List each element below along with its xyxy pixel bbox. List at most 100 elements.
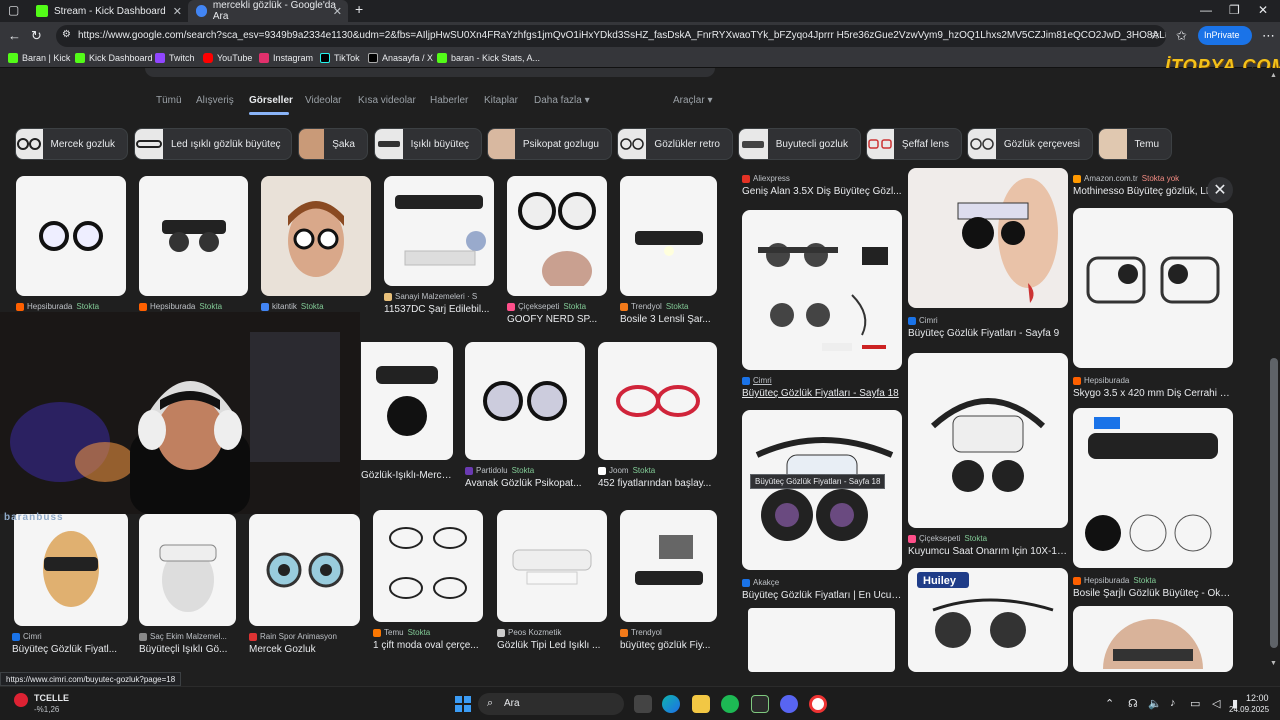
- speaker-icon[interactable]: ◁: [1212, 697, 1220, 710]
- new-tab-button[interactable]: +: [355, 1, 363, 17]
- inprivate-badge[interactable]: InPrivate: [1198, 26, 1252, 45]
- result-image[interactable]: [465, 342, 585, 460]
- image-result[interactable]: Joom Stokta 452 fiyatlarından başlay...: [598, 342, 717, 489]
- image-result[interactable]: Peos Kozmetik Gözlük Tipi Led Işıklı ...: [497, 510, 607, 651]
- chip-buyutecli-gozluk[interactable]: Buyutecli gozluk: [738, 128, 861, 160]
- result-title[interactable]: Büyüteç Gözlük Fiyatl...: [12, 644, 130, 655]
- favorite-star-icon[interactable]: ☆: [1149, 28, 1160, 42]
- result-image[interactable]: [373, 510, 483, 622]
- image-result[interactable]: kitantik Stokta: [261, 176, 371, 311]
- result-image[interactable]: [384, 176, 494, 286]
- result-image[interactable]: [14, 512, 128, 626]
- chip-isikli-buyutec[interactable]: Işıklı büyüteç: [374, 128, 482, 160]
- image-result[interactable]: Saç Ekim Malzemel... Büyüteçli Işıklı Gö…: [139, 514, 236, 655]
- image-result[interactable]: Rain Spor Animasyon Mercek Gozluk: [249, 514, 360, 655]
- address-bar[interactable]: ⚙ https://www.google.com/search?sca_esv=…: [56, 25, 1166, 47]
- windows-start-icon[interactable]: [455, 696, 471, 712]
- tab-news[interactable]: Haberler: [430, 95, 468, 106]
- tab-google-search[interactable]: mercekli gözlük - Google'da Ara ✕: [188, 0, 348, 22]
- back-icon[interactable]: ←: [8, 28, 21, 43]
- result-image[interactable]: [139, 176, 248, 296]
- bookmark-instagram[interactable]: Instagram: [259, 53, 313, 63]
- bookmark-kick-dashboard[interactable]: Kick Dashboard: [75, 53, 153, 63]
- result-title[interactable]: Gözlük Tipi Led Işıklı ...: [497, 640, 607, 651]
- result-image[interactable]: [748, 608, 895, 672]
- result-image[interactable]: [620, 176, 717, 296]
- reload-icon[interactable]: ↻: [31, 28, 42, 44]
- bookmark-kick-stats[interactable]: baran - Kick Stats, A...: [437, 53, 540, 63]
- image-result[interactable]: Gözlük-Işıklı-Mercekli: [361, 342, 453, 481]
- result-image[interactable]: [139, 514, 236, 626]
- result-image[interactable]: [497, 510, 607, 622]
- result-image[interactable]: [16, 176, 126, 296]
- headset-icon[interactable]: ☊: [1128, 697, 1138, 710]
- side-result[interactable]: Cimri Büyüteç Gözlük Fiyatları - Sayfa 1…: [742, 210, 902, 399]
- result-title[interactable]: 1 çift moda oval çerçe...: [373, 640, 485, 651]
- chip-gozluk-cercevesi[interactable]: Gözlük çerçevesi: [967, 128, 1093, 160]
- chip-temu[interactable]: Temu: [1098, 128, 1172, 160]
- bookmark-youtube[interactable]: YouTube: [203, 53, 252, 63]
- result-image[interactable]: Huiley: [908, 568, 1068, 672]
- result-title[interactable]: Bosile 3 Lensli Şar...: [620, 314, 717, 325]
- favorites-icon[interactable]: ✩: [1176, 28, 1187, 44]
- tab-short-videos[interactable]: Kısa videolar: [358, 95, 416, 106]
- microphone-icon[interactable]: ♪: [1170, 697, 1176, 709]
- scroll-up-icon[interactable]: ▲: [1270, 72, 1277, 79]
- search-box[interactable]: [145, 68, 715, 77]
- chip-saka[interactable]: Şaka: [298, 128, 368, 160]
- tab-more[interactable]: Daha fazla ▾: [534, 95, 590, 106]
- stock-name[interactable]: TCELLE: [34, 693, 69, 703]
- result-title[interactable]: 11537DC Şarj Edilebil...: [384, 304, 494, 315]
- close-window-icon[interactable]: ✕: [1258, 3, 1268, 17]
- image-result[interactable]: Çiçeksepeti Stokta GOOFY NERD SP...: [507, 176, 607, 325]
- scroll-down-icon[interactable]: ▼: [1270, 660, 1277, 667]
- app-icon[interactable]: [751, 695, 769, 713]
- chip-gozlukler-retro[interactable]: Gözlükler retro: [617, 128, 733, 160]
- bookmark-tiktok[interactable]: TikTok: [320, 53, 360, 63]
- tab-actions-icon[interactable]: ▢: [8, 3, 19, 17]
- result-image[interactable]: [598, 342, 717, 460]
- result-title[interactable]: Kuyumcu Saat Onarım İçin 10X-15...: [908, 546, 1068, 557]
- close-panel-button[interactable]: ✕: [1207, 177, 1233, 203]
- tab-images[interactable]: Görseller: [249, 95, 293, 106]
- result-title[interactable]: büyüteç gözlük Fiy...: [620, 640, 717, 651]
- clock[interactable]: 12:00: [1246, 693, 1269, 703]
- result-title[interactable]: Avanak Gözlük Psikopat...: [465, 478, 585, 489]
- side-result[interactable]: Akakçe Büyüteç Gözlük Fiyatları | En Ucu…: [742, 410, 902, 601]
- network-icon[interactable]: ▭: [1190, 697, 1200, 710]
- result-title[interactable]: Büyüteç Gözlük Fiyatları - Sayfa 18: [742, 388, 902, 399]
- result-title[interactable]: GOOFY NERD SP...: [507, 314, 607, 325]
- bookmark-x[interactable]: Anasayfa / X: [368, 53, 433, 63]
- image-result[interactable]: Sanayi Malzemeleri · S 11537DC Şarj Edil…: [384, 176, 494, 315]
- tab-videos[interactable]: Videolar: [305, 95, 342, 106]
- site-info-icon[interactable]: ⚙: [62, 29, 71, 40]
- result-image[interactable]: [742, 210, 902, 370]
- result-title[interactable]: Büyüteçli Işıklı Gö...: [139, 644, 236, 655]
- tools-button[interactable]: Araçlar ▾: [673, 95, 713, 106]
- result-title[interactable]: Büyüteç Gözlük Fiyatları - Sayfa 9: [908, 328, 1068, 339]
- result-image[interactable]: [1073, 208, 1233, 368]
- tab-shopping[interactable]: Alışveriş: [196, 95, 234, 106]
- image-result[interactable]: Hepsiburada Stokta: [139, 176, 248, 311]
- bookmark-baran-kick[interactable]: Baran | Kick: [8, 53, 70, 63]
- side-result[interactable]: Aliexpress Geniş Alan 3.5X Diş Büyüteç G…: [742, 174, 902, 197]
- result-image[interactable]: [908, 353, 1068, 528]
- minimize-icon[interactable]: —: [1200, 3, 1212, 17]
- chip-mercek-gozluk[interactable]: Mercek gozluk: [15, 128, 128, 160]
- tab-books[interactable]: Kitaplar: [484, 95, 518, 106]
- image-result[interactable]: Trendyol büyüteç gözlük Fiy...: [620, 510, 717, 651]
- bookmark-twitch[interactable]: Twitch: [155, 53, 195, 63]
- result-title[interactable]: Gözlük-Işıklı-Mercekli: [361, 470, 453, 481]
- image-result[interactable]: Temu Stokta 1 çift moda oval çerçe...: [373, 510, 485, 651]
- result-title[interactable]: 452 fiyatlarından başlay...: [598, 478, 717, 489]
- image-result[interactable]: Trendyol Stokta Bosile 3 Lensli Şar...: [620, 176, 717, 325]
- chip-led-isikli[interactable]: Led ışıklı gözlük büyüteç: [134, 128, 292, 160]
- result-title[interactable]: Geniş Alan 3.5X Diş Büyüteç Gözl...: [742, 186, 902, 197]
- spotify-icon[interactable]: [721, 695, 739, 713]
- result-image[interactable]: [261, 176, 371, 296]
- more-menu-icon[interactable]: ⋯: [1262, 28, 1275, 44]
- result-image[interactable]: [742, 410, 902, 570]
- close-tab-icon[interactable]: ✕: [173, 5, 182, 18]
- discord-icon[interactable]: [780, 695, 798, 713]
- tab-all[interactable]: Tümü: [156, 95, 182, 106]
